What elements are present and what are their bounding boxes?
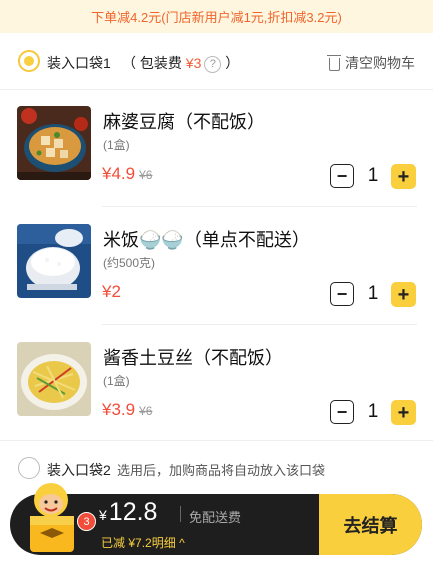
item-quantity: 1 — [367, 283, 379, 304]
chevron-up-icon: ^ — [179, 536, 185, 550]
packing-fee-label: （ 包装费 — [122, 55, 186, 71]
original-price: ¥6 — [139, 404, 153, 418]
item-spec: (1盒) — [103, 374, 130, 388]
total-currency: ¥ — [99, 507, 107, 523]
item-quantity: 1 — [367, 165, 379, 186]
discount-amount: ¥7.2 — [128, 536, 152, 550]
help-icon[interactable]: ? — [204, 56, 222, 73]
promo-banner-text: 下单减4.2元(门店新用户减1元,折扣减3.2元) — [91, 10, 342, 25]
cart-count-badge: 3 — [77, 512, 96, 531]
trash-icon — [327, 54, 341, 71]
item-quantity: 1 — [367, 401, 379, 422]
increase-quantity-button[interactable]: + — [391, 400, 416, 425]
item-price: ¥4.9 ¥6 — [102, 164, 152, 184]
decrease-quantity-button[interactable]: − — [330, 282, 354, 306]
cart-item: 酱香土豆丝（不配饭） (1盒) ¥3.9 ¥6 − 1 + — [0, 342, 433, 460]
total-amount: 12.8 — [108, 498, 158, 526]
bag2-label: 装入口袋2 — [47, 462, 111, 478]
item-spec: (1盒) — [103, 138, 130, 152]
clear-cart-button[interactable]: 清空购物车 — [327, 53, 415, 73]
decrease-quantity-button[interactable]: − — [330, 164, 354, 188]
discount-detail-toggle[interactable]: 已减 ¥7.2明细 ^ — [101, 534, 185, 551]
packing-fee-amount: ¥3 — [185, 55, 202, 71]
packing-fee: （ 包装费 ¥3? ） — [122, 53, 239, 73]
discount-detail-label: 明细 — [151, 536, 176, 550]
clear-cart-label: 清空购物车 — [345, 55, 415, 71]
product-image-mapo-tofu[interactable] — [17, 106, 91, 180]
product-image-shredded-potato[interactable] — [17, 342, 91, 416]
item-spec: (约500克) — [103, 256, 156, 270]
divider — [0, 440, 433, 441]
item-price: ¥3.9 ¥6 — [102, 400, 152, 420]
bag1-header: 装入口袋1 （ 包装费 ¥3? ） 清空购物车 — [0, 45, 433, 79]
bag1-label: 装入口袋1 — [47, 55, 111, 71]
packing-fee-suffix: ） — [221, 55, 240, 71]
total-price: ¥12.8 — [99, 498, 157, 527]
current-price: ¥3.9 — [102, 400, 136, 419]
divider — [0, 89, 433, 90]
free-shipping-label: 免配送费 — [189, 510, 242, 525]
divider — [102, 324, 417, 325]
increase-quantity-button[interactable]: + — [391, 282, 416, 307]
decrease-quantity-button[interactable]: − — [330, 400, 354, 424]
discount-label: 已减 — [101, 536, 126, 550]
item-name: 酱香土豆丝（不配饭） — [103, 348, 283, 368]
promo-banner: 下单减4.2元(门店新用户减1元,折扣减3.2元) — [0, 0, 433, 33]
checkout-button[interactable]: 去结算 — [319, 494, 422, 555]
separator — [180, 506, 181, 522]
increase-quantity-button[interactable]: + — [391, 164, 416, 189]
bag2-radio[interactable] — [18, 457, 40, 479]
original-price: ¥6 — [139, 168, 153, 182]
divider — [102, 206, 417, 207]
item-name: 麻婆豆腐（不配饭） — [103, 112, 265, 132]
current-price: ¥2 — [102, 282, 121, 301]
bag2-hint: 选用后，加购商品将自动放入该口袋 — [117, 463, 326, 478]
bag1-radio[interactable] — [18, 50, 40, 72]
product-image-rice[interactable] — [17, 224, 91, 298]
current-price: ¥4.9 — [102, 164, 136, 183]
item-name: 米饭🍚🍚（单点不配送） — [103, 230, 310, 250]
item-price: ¥2 — [102, 282, 121, 302]
